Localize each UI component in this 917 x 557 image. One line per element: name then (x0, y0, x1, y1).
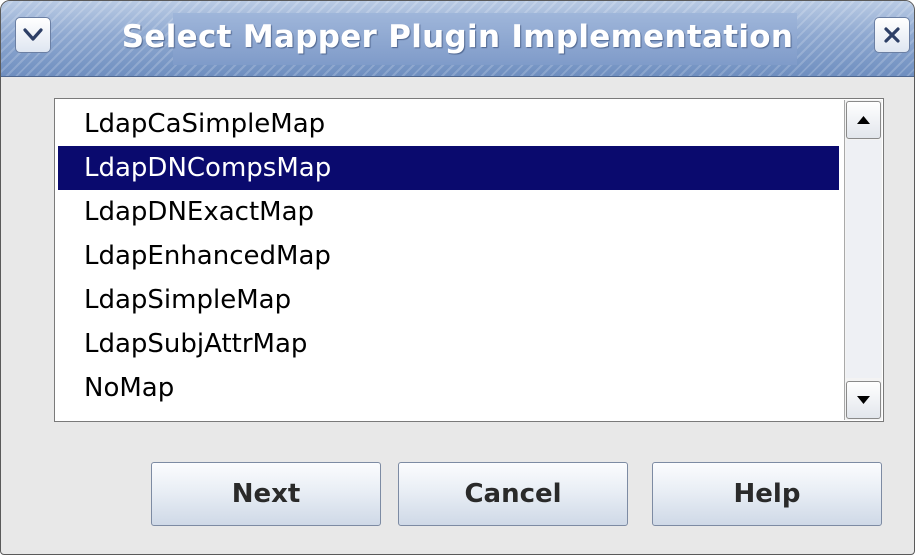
list-item-selected[interactable]: LdapDNCompsMap (58, 146, 839, 190)
vertical-scrollbar[interactable] (844, 100, 882, 420)
window-menu-button[interactable] (15, 17, 51, 53)
scroll-track[interactable] (846, 140, 881, 378)
mapper-plugin-list[interactable]: LdapCaSimpleMap LdapDNCompsMap LdapDNExa… (54, 98, 884, 422)
dialog-title: Select Mapper Plugin Implementation (121, 19, 794, 55)
help-button[interactable]: Help (652, 462, 882, 526)
close-icon (884, 27, 900, 43)
list-item[interactable]: NoMap (58, 366, 839, 410)
list-item[interactable]: LdapSimpleMap (58, 278, 839, 322)
cancel-button[interactable]: Cancel (398, 462, 628, 526)
title-bar[interactable]: Select Mapper Plugin Implementation (1, 1, 914, 77)
scroll-down-button[interactable] (846, 381, 881, 419)
list-items: LdapCaSimpleMap LdapDNCompsMap LdapDNExa… (58, 102, 839, 410)
arrow-down-icon (857, 396, 870, 404)
next-button[interactable]: Next (151, 462, 381, 526)
dialog-window: Select Mapper Plugin Implementation Ldap… (0, 0, 915, 555)
list-item[interactable]: LdapSubjAttrMap (58, 322, 839, 366)
list-item[interactable]: LdapEnhancedMap (58, 234, 839, 278)
arrow-up-icon (857, 116, 870, 124)
chevron-down-icon (23, 28, 43, 41)
scroll-up-button[interactable] (846, 101, 881, 139)
list-item[interactable]: LdapCaSimpleMap (58, 102, 839, 146)
close-button[interactable] (874, 17, 910, 53)
list-item[interactable]: LdapDNExactMap (58, 190, 839, 234)
